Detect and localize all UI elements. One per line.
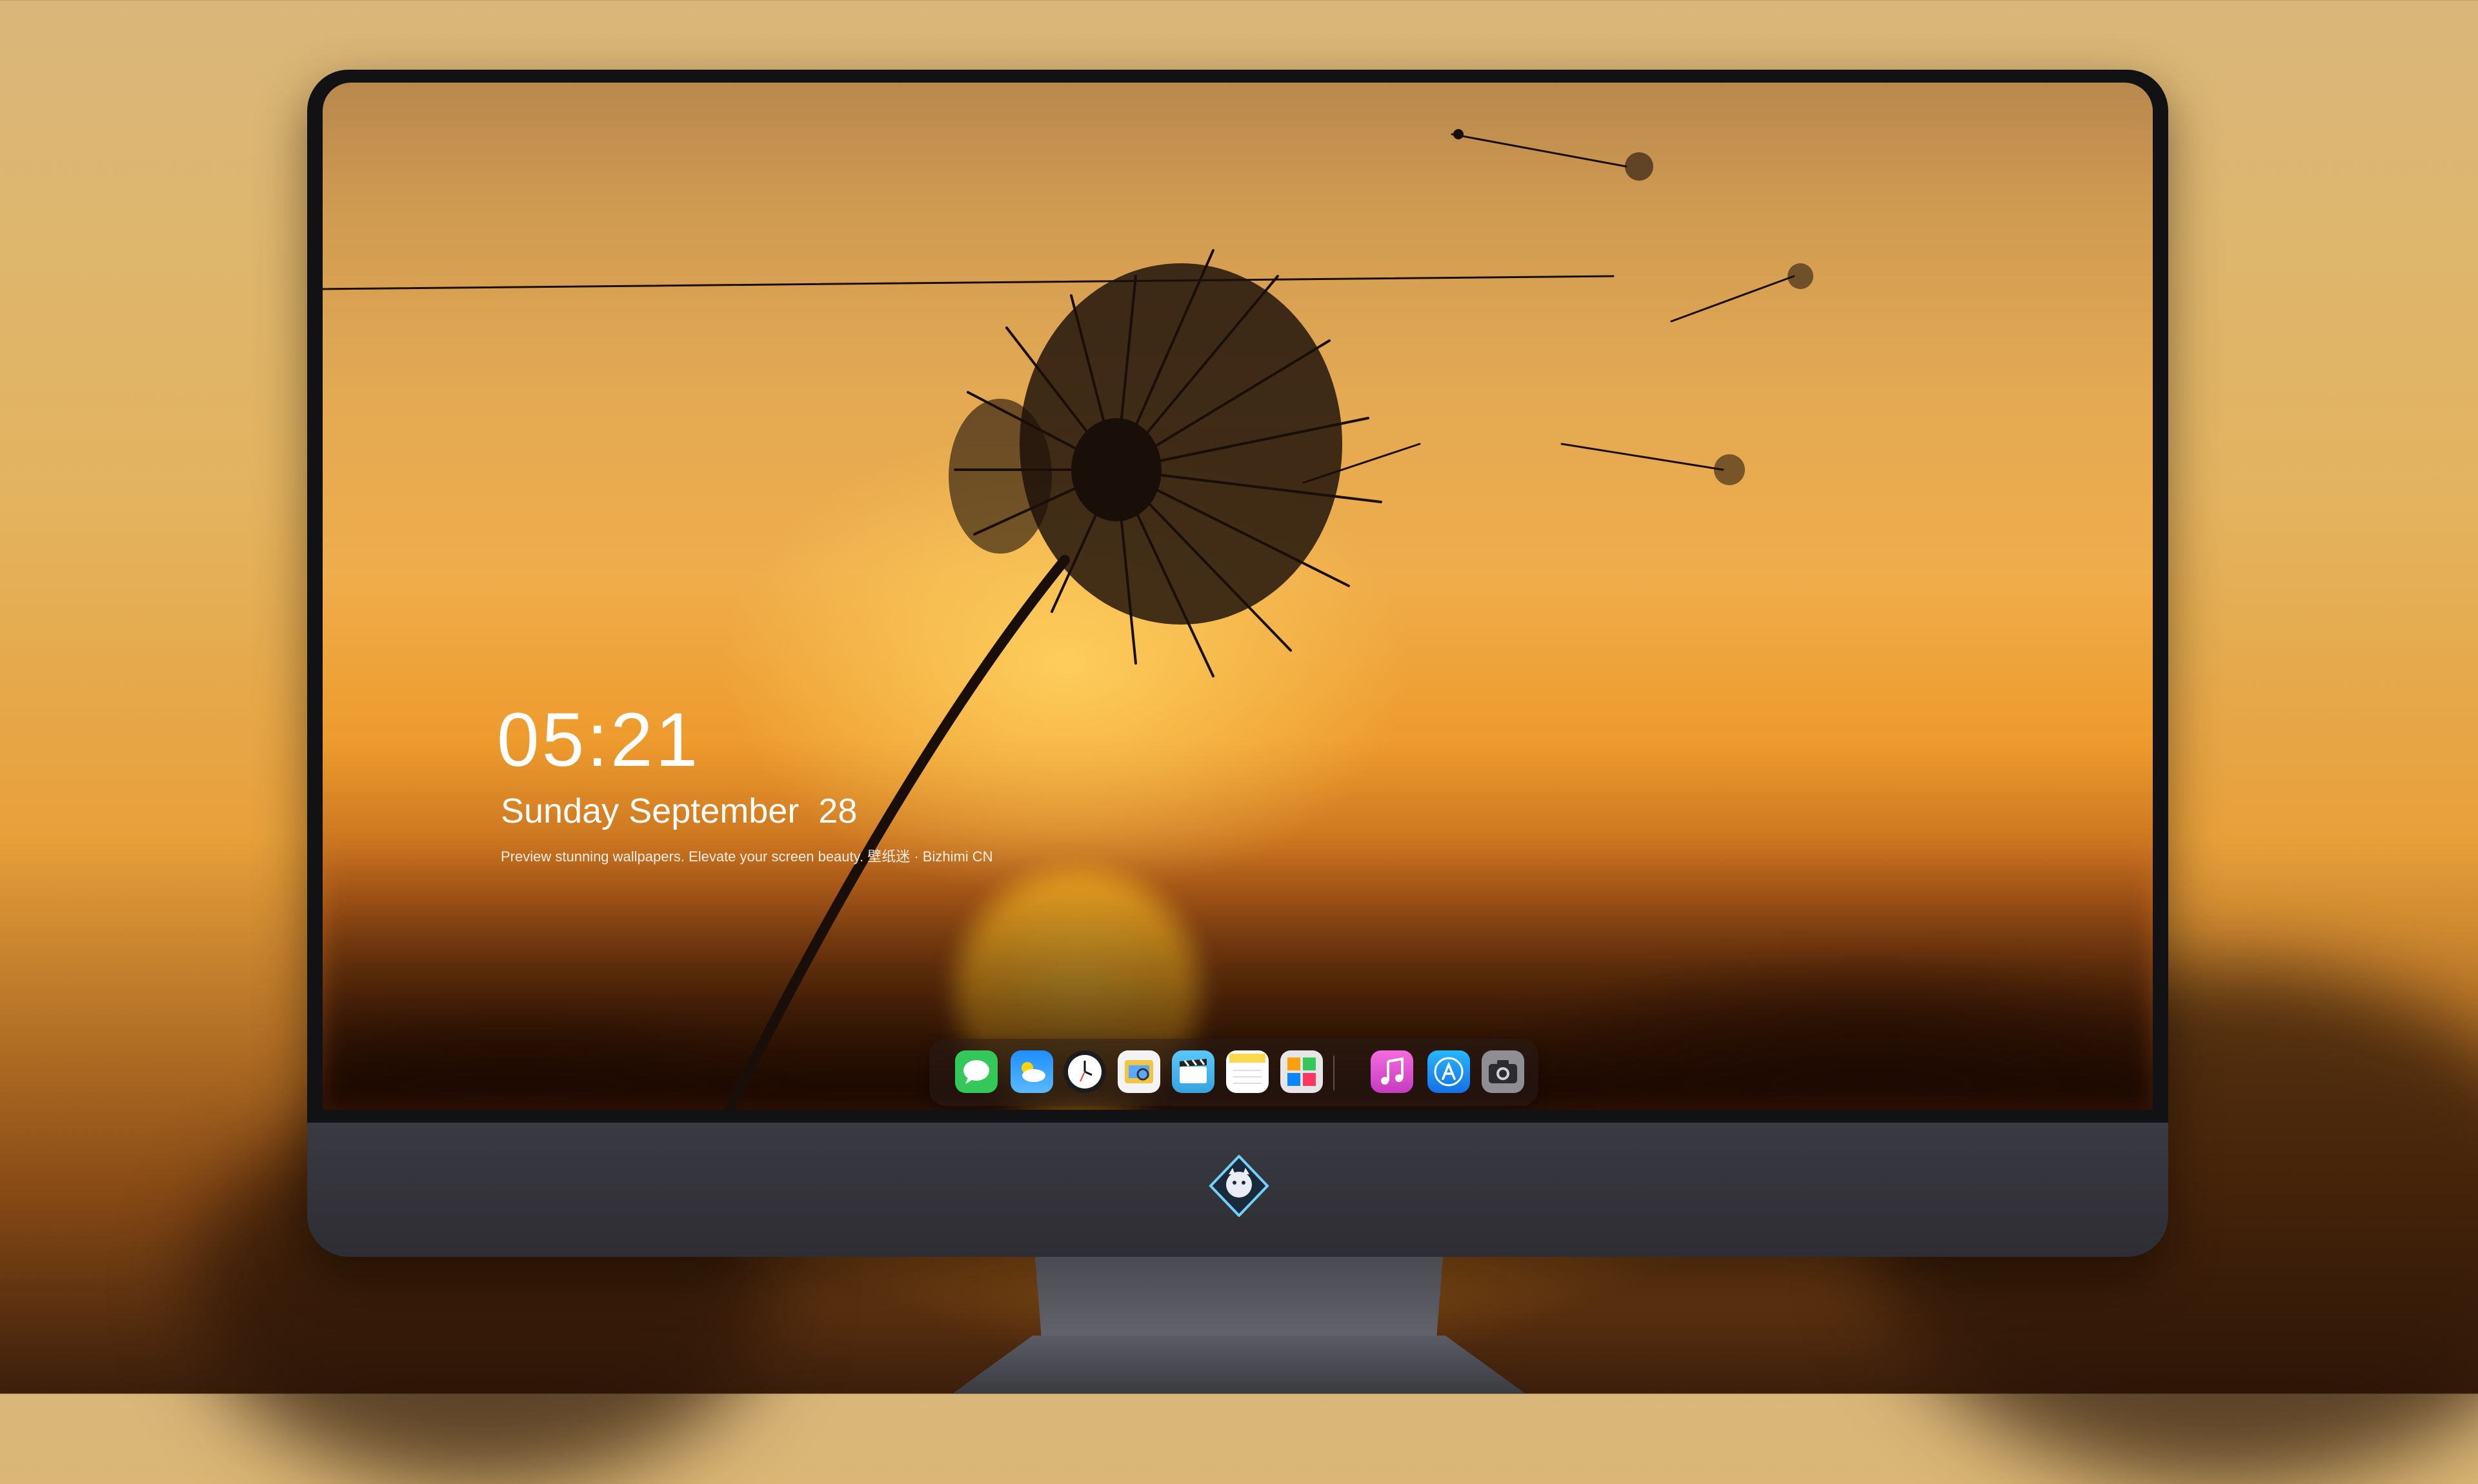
app-store-icon — [1434, 1057, 1464, 1087]
messages-icon — [963, 1060, 989, 1084]
lock-screen-time: 05:21 — [497, 697, 701, 783]
dock — [929, 1039, 1538, 1106]
dock-item-weather[interactable] — [1011, 1050, 1053, 1093]
dock-item-clock[interactable] — [1063, 1050, 1106, 1093]
dock-item-camera[interactable] — [1482, 1050, 1524, 1093]
desktop-screen: 05:21 Sunday September 28 Preview stunni… — [323, 83, 2153, 1110]
photo-booth-icon — [1287, 1058, 1316, 1086]
clock-icon — [1068, 1055, 1102, 1088]
wallpaper-tagline: Preview stunning wallpapers. Elevate you… — [501, 848, 993, 865]
wallpaper-dandelion — [323, 129, 1813, 1110]
dock-item-app-store[interactable] — [1427, 1050, 1470, 1093]
notes-icon — [1229, 1054, 1265, 1084]
lock-screen-date: Sunday September 28 — [501, 792, 858, 830]
camera-icon — [1489, 1060, 1517, 1083]
brand-logo-icon — [1209, 1155, 1269, 1217]
dock-item-clips[interactable] — [1172, 1050, 1214, 1093]
music-icon — [1381, 1057, 1404, 1085]
dock-item-photo-booth[interactable] — [1280, 1050, 1323, 1093]
dock-separator — [1333, 1056, 1335, 1090]
dock-item-messages[interactable] — [955, 1050, 998, 1093]
clips-icon — [1180, 1059, 1207, 1083]
preview-icon — [1125, 1060, 1153, 1083]
dock-item-notes[interactable] — [1226, 1050, 1269, 1093]
dock-item-preview[interactable] — [1118, 1050, 1160, 1093]
monitor-stand-base — [952, 1336, 1526, 1394]
dock-item-music[interactable] — [1371, 1050, 1413, 1093]
weather-icon — [1022, 1062, 1045, 1082]
